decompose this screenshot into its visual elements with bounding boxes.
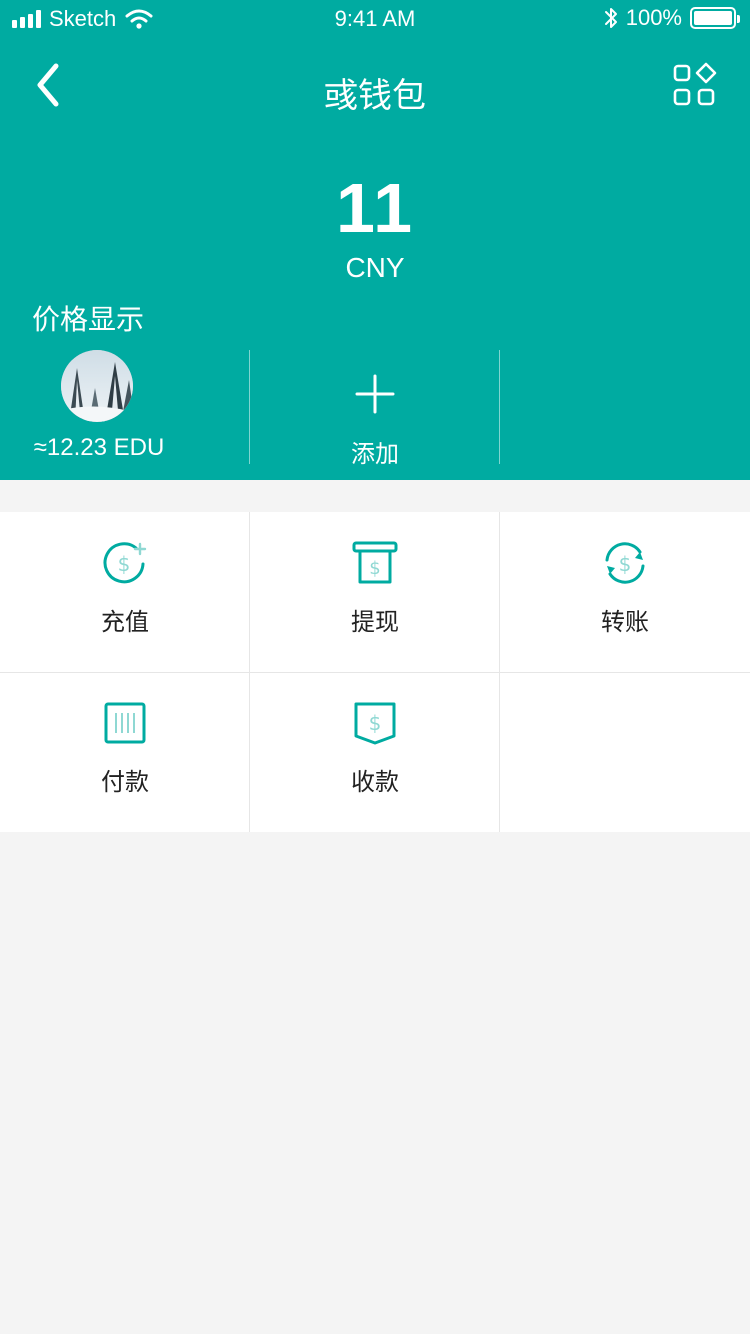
wallet-header: Sketch 9:41 AM 100% 彧钱包 11 CNY 价格显示 ≈12.… bbox=[0, 0, 750, 480]
empty-cell bbox=[500, 672, 750, 832]
action-label: 收款 bbox=[351, 769, 399, 796]
recharge-icon: $ bbox=[103, 542, 147, 584]
pay-icon bbox=[104, 702, 146, 744]
withdraw-icon: $ bbox=[352, 541, 398, 584]
battery-percent: 100% bbox=[625, 5, 682, 30]
add-token-label: 添加 bbox=[351, 441, 399, 468]
svg-text:$: $ bbox=[369, 558, 380, 579]
transfer-icon: $ bbox=[605, 542, 645, 584]
balance-currency: CNY bbox=[345, 252, 405, 283]
token-amount: ≈12.23 EDU bbox=[33, 434, 165, 461]
token-divider bbox=[499, 350, 500, 464]
balance-amount: 11 bbox=[336, 169, 414, 247]
transfer-button[interactable]: $ 转账 bbox=[500, 512, 750, 672]
recharge-button[interactable]: $ 充值 bbox=[0, 512, 250, 672]
action-label: 转账 bbox=[601, 609, 649, 636]
token-row: ≈12.23 EDU 添加 bbox=[0, 350, 750, 468]
status-bar: Sketch 9:41 AM 100% bbox=[0, 0, 750, 40]
withdraw-button[interactable]: $ 提现 bbox=[250, 512, 500, 672]
svg-text:$: $ bbox=[619, 552, 632, 576]
svg-text:$: $ bbox=[369, 711, 382, 735]
action-label: 提现 bbox=[351, 609, 399, 636]
action-grid: $ 充值 $ 提现 $ 转账 付款 $ 收款 bbox=[0, 512, 750, 832]
svg-text:$: $ bbox=[118, 552, 131, 576]
price-display-label: 价格显示 bbox=[32, 304, 145, 335]
page-title: 彧钱包 bbox=[324, 77, 426, 115]
battery-icon bbox=[690, 7, 740, 29]
action-label: 付款 bbox=[101, 769, 149, 796]
add-token-button[interactable]: 添加 bbox=[250, 350, 500, 468]
status-bar-right: 100% bbox=[604, 5, 740, 31]
action-label: 充值 bbox=[101, 609, 149, 636]
pay-button[interactable]: 付款 bbox=[0, 672, 250, 832]
bluetooth-icon bbox=[604, 8, 617, 28]
receive-icon: $ bbox=[354, 702, 396, 745]
token-avatar bbox=[61, 350, 133, 422]
apps-grid-icon bbox=[673, 62, 717, 106]
receive-button[interactable]: $ 收款 bbox=[250, 672, 500, 832]
plus-icon bbox=[355, 374, 395, 414]
token-item[interactable]: ≈12.23 EDU bbox=[0, 350, 250, 464]
apps-menu-button[interactable] bbox=[672, 62, 720, 110]
